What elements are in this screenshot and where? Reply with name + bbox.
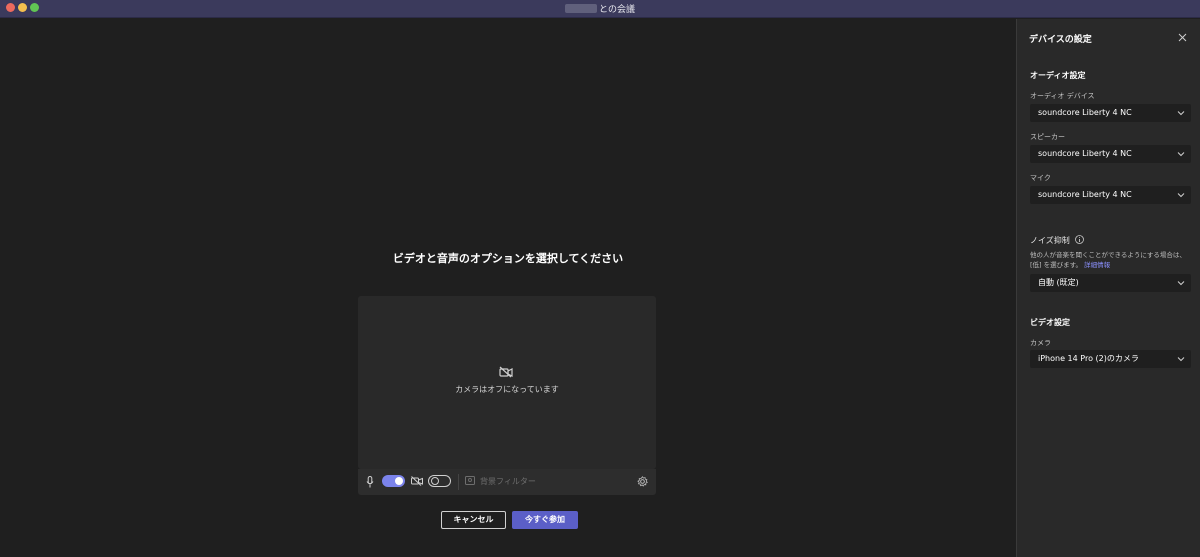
speaker-select[interactable]: soundcore Liberty 4 NC — [1030, 145, 1191, 163]
learn-more-link[interactable]: 詳細情報 — [1084, 261, 1110, 269]
audio-device-value: soundcore Liberty 4 NC — [1038, 108, 1132, 117]
title-bar: との会議 — [0, 0, 1200, 18]
window-title: との会議 — [0, 2, 1200, 15]
speaker-value: soundcore Liberty 4 NC — [1038, 149, 1132, 158]
video-preview: カメラはオフになっています — [358, 296, 656, 469]
background-filter-icon — [465, 476, 475, 485]
cancel-button[interactable]: キャンセル — [441, 511, 506, 529]
video-camera-off-icon — [411, 476, 423, 486]
camera-off-label: カメラはオフになっています — [455, 385, 559, 394]
camera-toggle[interactable] — [428, 475, 451, 487]
noise-suppression-select[interactable]: 自動 (既定) — [1030, 274, 1191, 292]
noise-suppression-description: 他の人が音楽を聞くことができるようにする場合は、[低] を選びます。 詳細情報 — [1030, 250, 1190, 270]
camera-value: iPhone 14 Pro (2)のカメラ — [1038, 354, 1139, 363]
camera-label: カメラ — [1030, 339, 1051, 347]
chevron-down-icon — [1177, 281, 1185, 286]
chevron-down-icon — [1177, 357, 1185, 362]
microphone-toggle[interactable] — [382, 475, 405, 487]
mic-value: soundcore Liberty 4 NC — [1038, 190, 1132, 199]
microphone-icon — [366, 476, 374, 488]
info-icon[interactable] — [1075, 235, 1084, 244]
panel-title: デバイスの設定 — [1029, 35, 1092, 45]
controls-divider — [458, 474, 459, 490]
chevron-down-icon — [1177, 152, 1185, 157]
preview-controls: 背景フィルター — [358, 469, 656, 495]
join-now-button[interactable]: 今すぐ参加 — [512, 511, 578, 529]
chevron-down-icon — [1177, 111, 1185, 116]
noise-suppression-label: ノイズ抑制 — [1030, 236, 1070, 245]
mic-select[interactable]: soundcore Liberty 4 NC — [1030, 186, 1191, 204]
window-title-text: との会議 — [599, 5, 635, 15]
toggle-knob — [431, 477, 439, 485]
noise-suppression-value: 自動 (既定) — [1038, 278, 1079, 287]
video-settings-heading: ビデオ設定 — [1030, 318, 1070, 327]
audio-settings-heading: オーディオ設定 — [1030, 71, 1086, 80]
background-filter-button[interactable]: 背景フィルター — [480, 476, 536, 487]
camera-off-icon — [499, 366, 513, 378]
device-settings-panel: デバイスの設定 オーディオ設定 オーディオ デバイス soundcore Lib… — [1016, 19, 1200, 557]
chevron-down-icon — [1177, 193, 1185, 198]
speaker-label: スピーカー — [1030, 133, 1065, 141]
toggle-knob — [395, 477, 403, 485]
page-title: ビデオと音声のオプションを選択してください — [392, 252, 624, 265]
prejoin-stage: ビデオと音声のオプションを選択してください カメラはオフになっています 背景フィ… — [0, 19, 1016, 557]
close-icon[interactable] — [1178, 33, 1187, 42]
camera-select[interactable]: iPhone 14 Pro (2)のカメラ — [1030, 350, 1191, 368]
redacted-name — [565, 4, 598, 13]
mic-label: マイク — [1030, 174, 1051, 182]
audio-device-select[interactable]: soundcore Liberty 4 NC — [1030, 104, 1191, 122]
gear-icon[interactable] — [637, 476, 648, 487]
audio-device-label: オーディオ デバイス — [1030, 92, 1095, 100]
